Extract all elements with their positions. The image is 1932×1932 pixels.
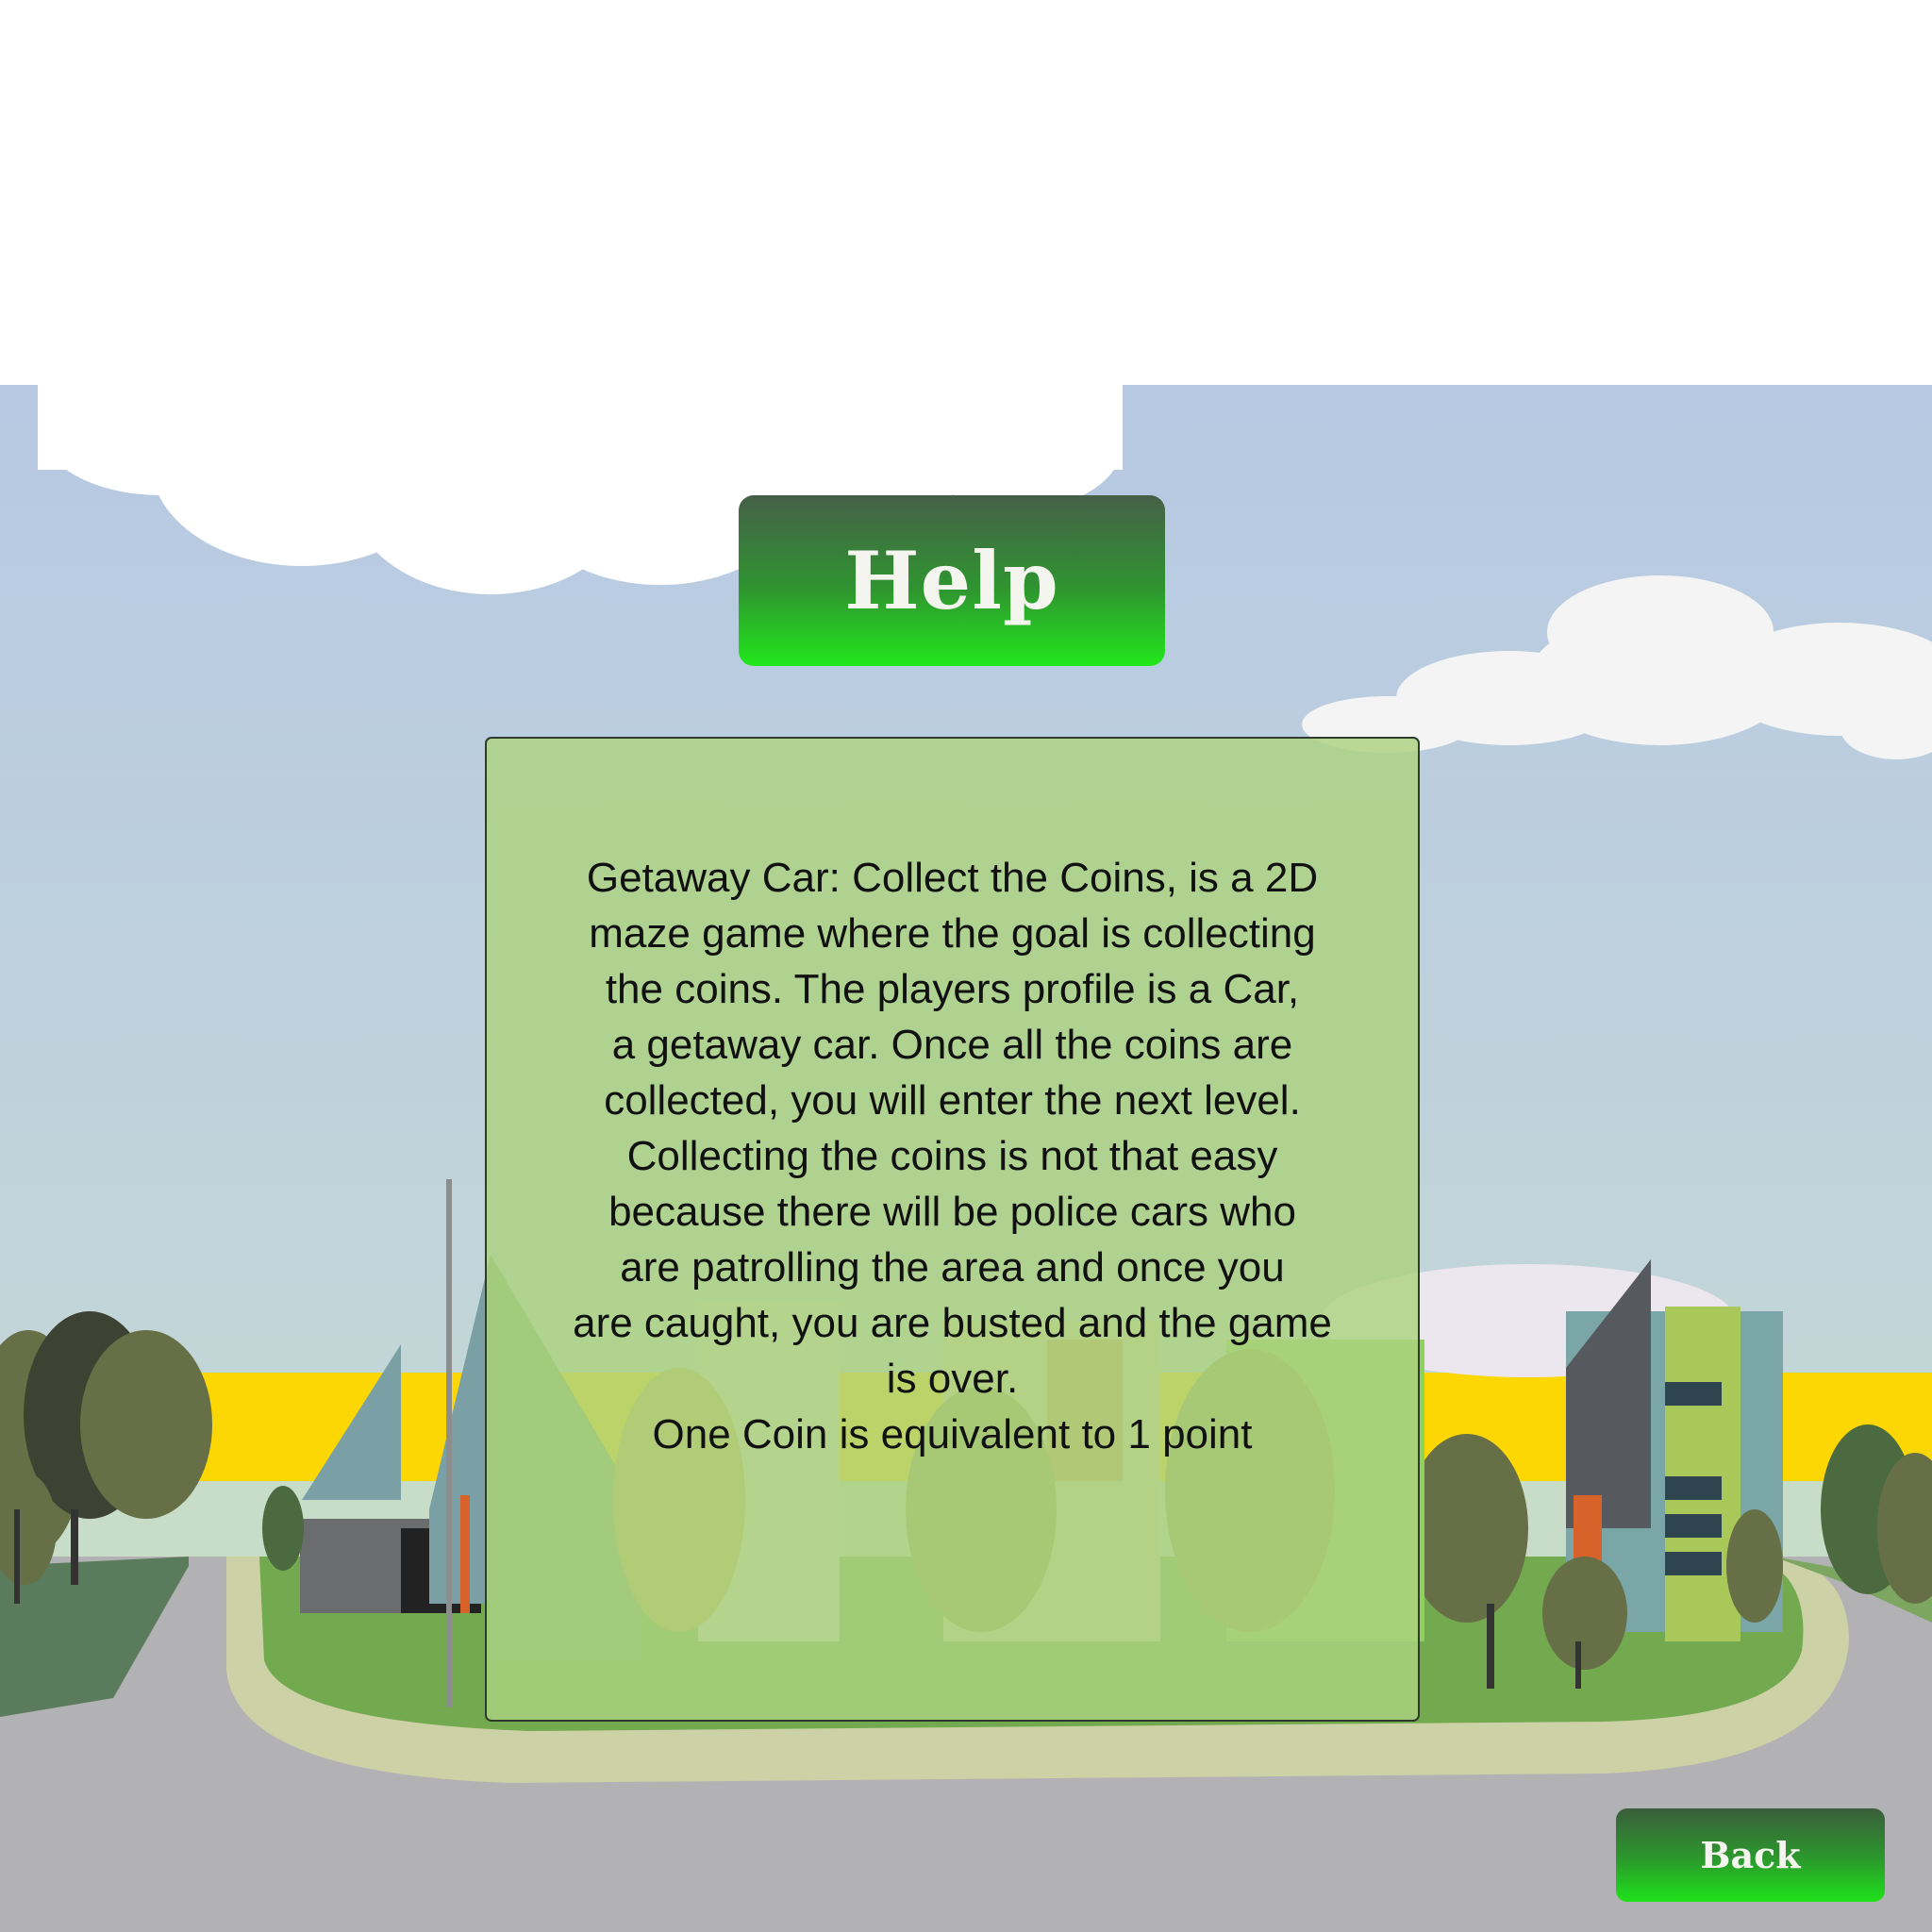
back-button-label: Back bbox=[1700, 1834, 1801, 1876]
help-text-panel: Getaway Car: Collect the Coins, is a 2D … bbox=[485, 737, 1420, 1722]
back-button[interactable]: Back bbox=[1616, 1808, 1885, 1902]
help-description: Getaway Car: Collect the Coins, is a 2D … bbox=[573, 855, 1332, 1457]
help-title: Help bbox=[844, 534, 1059, 627]
help-title-banner: Help bbox=[739, 495, 1165, 666]
